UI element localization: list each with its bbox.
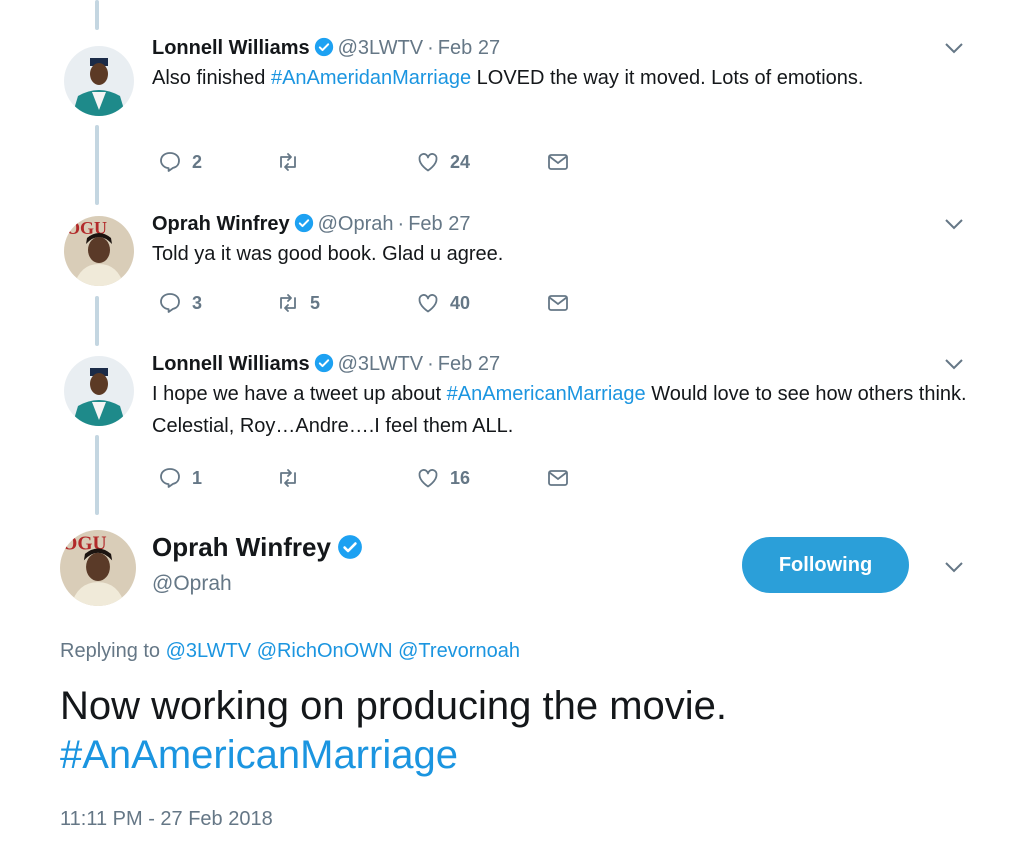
tweet-actions: 1 16 xyxy=(158,464,598,492)
tweet-actions: 3 5 40 xyxy=(158,289,598,317)
verified-badge-icon xyxy=(314,353,333,373)
like-button[interactable]: 40 xyxy=(416,289,470,317)
replying-label: Replying to xyxy=(60,640,161,662)
verified-badge-icon xyxy=(294,213,313,233)
retweet-button[interactable] xyxy=(276,148,310,176)
reply-count: 3 xyxy=(192,292,203,313)
tweet-actions: 2 24 xyxy=(158,148,598,176)
direct-message-icon xyxy=(548,470,568,486)
reply-button[interactable]: 1 xyxy=(158,464,202,492)
hashtag-link[interactable]: #AnAmeridanMarriage xyxy=(271,67,471,89)
avatar[interactable]: OGU xyxy=(64,216,134,286)
author-handle[interactable]: @Oprah xyxy=(152,572,232,596)
tweet-text-part: Also finished xyxy=(152,67,271,89)
tweet-text-part: LOVED the way it moved. Lots of emotions… xyxy=(471,67,864,89)
retweet-button[interactable] xyxy=(276,464,310,492)
direct-message-button[interactable] xyxy=(546,148,580,176)
thread-line xyxy=(95,296,99,346)
direct-message-button[interactable] xyxy=(546,289,580,317)
direct-message-icon xyxy=(548,154,568,170)
tweet-timestamp[interactable]: 11:11 PM - 27 Feb 2018 xyxy=(60,808,273,831)
verified-badge-icon xyxy=(314,37,333,57)
author-name[interactable]: Lonnell Williams xyxy=(152,37,310,59)
direct-message-button[interactable] xyxy=(546,464,580,492)
separator-dot: · xyxy=(397,213,405,235)
chevron-down-icon[interactable] xyxy=(944,42,964,54)
author-handle[interactable]: @3LWTV xyxy=(338,353,424,375)
retweet-icon xyxy=(280,153,296,171)
thread-line xyxy=(95,435,99,515)
tweet-text: Told ya it was good book. Glad u agree. xyxy=(152,238,972,270)
author-handle[interactable]: @Oprah xyxy=(318,213,394,235)
mention-link[interactable]: @Trevornoah xyxy=(398,640,520,662)
author-name[interactable]: Oprah Winfrey xyxy=(152,532,331,562)
tweet-text-part: Now working on producing the movie. xyxy=(60,684,728,728)
separator-dot: · xyxy=(427,353,434,375)
retweet-count: 5 xyxy=(310,292,321,313)
chevron-down-icon[interactable] xyxy=(944,218,964,230)
reply-count: 1 xyxy=(192,467,203,488)
like-count: 24 xyxy=(450,151,471,172)
reply-count: 2 xyxy=(192,151,203,172)
retweet-icon xyxy=(280,294,296,312)
tweet-text: I hope we have a tweet up about #AnAmeri… xyxy=(152,378,972,442)
retweet-icon xyxy=(280,469,296,487)
reply-icon xyxy=(160,293,180,313)
avatar[interactable]: OGU xyxy=(60,530,136,606)
avatar[interactable] xyxy=(64,46,134,116)
hashtag-link[interactable]: #AnAmericanMarriage xyxy=(447,383,646,405)
like-icon xyxy=(418,153,438,172)
mention-link[interactable]: @RichOnOWN xyxy=(257,640,393,662)
like-icon xyxy=(418,469,438,488)
tweet-date[interactable]: Feb 27 xyxy=(438,353,500,375)
following-button[interactable]: Following xyxy=(742,537,909,593)
tweet-text-part: Told ya it was good book. Glad u agree. xyxy=(152,243,504,265)
replying-to: Replying to @3LWTV @RichOnOWN @Trevornoa… xyxy=(60,640,520,663)
tweet-text: Also finished #AnAmeridanMarriage LOVED … xyxy=(152,62,972,94)
like-button[interactable]: 24 xyxy=(416,148,470,176)
hashtag-link[interactable]: #AnAmericanMarriage xyxy=(60,731,1000,780)
reply-icon xyxy=(160,152,180,172)
thread-line xyxy=(95,0,99,30)
tweet-date[interactable]: Feb 27 xyxy=(408,213,470,235)
like-count: 16 xyxy=(450,467,471,488)
author-handle[interactable]: @3LWTV xyxy=(338,37,424,59)
separator-dot: · xyxy=(427,37,434,59)
avatar[interactable] xyxy=(64,356,134,426)
mention-link[interactable]: @3LWTV xyxy=(166,640,252,662)
tweet-text: Now working on producing the movie. #AnA… xyxy=(60,682,1000,780)
retweet-button[interactable]: 5 xyxy=(276,289,320,317)
like-count: 40 xyxy=(450,292,471,313)
like-button[interactable]: 16 xyxy=(416,464,470,492)
reply-button[interactable]: 2 xyxy=(158,148,202,176)
author-name[interactable]: Oprah Winfrey xyxy=(152,213,290,235)
reply-icon xyxy=(160,468,180,488)
chevron-down-icon[interactable] xyxy=(944,561,964,573)
author-name[interactable]: Lonnell Williams xyxy=(152,353,310,375)
verified-badge-icon xyxy=(337,535,362,559)
like-icon xyxy=(418,294,438,313)
reply-button[interactable]: 3 xyxy=(158,289,202,317)
tweet-date[interactable]: Feb 27 xyxy=(438,37,500,59)
direct-message-icon xyxy=(548,295,568,311)
tweet-text-part: I hope we have a tweet up about xyxy=(152,383,447,405)
chevron-down-icon[interactable] xyxy=(944,358,964,370)
thread-line xyxy=(95,125,99,205)
